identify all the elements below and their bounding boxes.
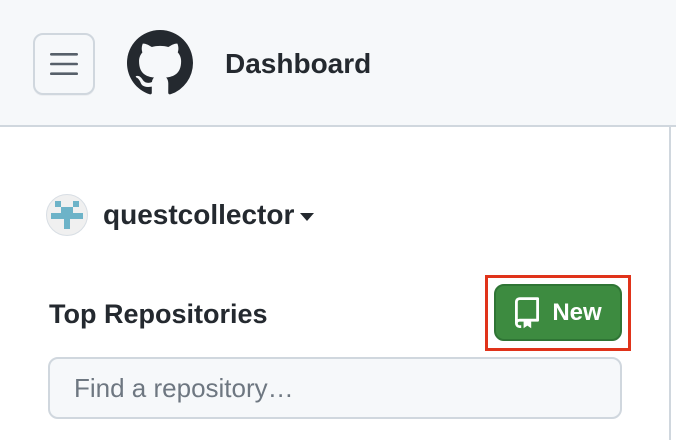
find-repository-input[interactable] — [48, 357, 622, 419]
app-header: Dashboard — [0, 0, 676, 127]
repo-icon — [515, 296, 540, 328]
avatar — [46, 194, 88, 236]
page-title: Dashboard — [225, 48, 372, 79]
identicon-avatar — [51, 201, 83, 229]
hamburger-icon — [50, 53, 78, 75]
new-button-label: New — [552, 298, 602, 326]
new-repository-button[interactable]: New — [494, 284, 622, 341]
github-logo-icon[interactable] — [127, 30, 193, 96]
panel-divider — [669, 127, 671, 440]
menu-button[interactable] — [33, 33, 95, 95]
caret-down-icon — [300, 212, 315, 221]
account-switcher[interactable]: questcollector — [46, 193, 315, 237]
account-name: questcollector — [103, 199, 295, 230]
top-repositories-heading: Top Repositories — [49, 299, 268, 329]
